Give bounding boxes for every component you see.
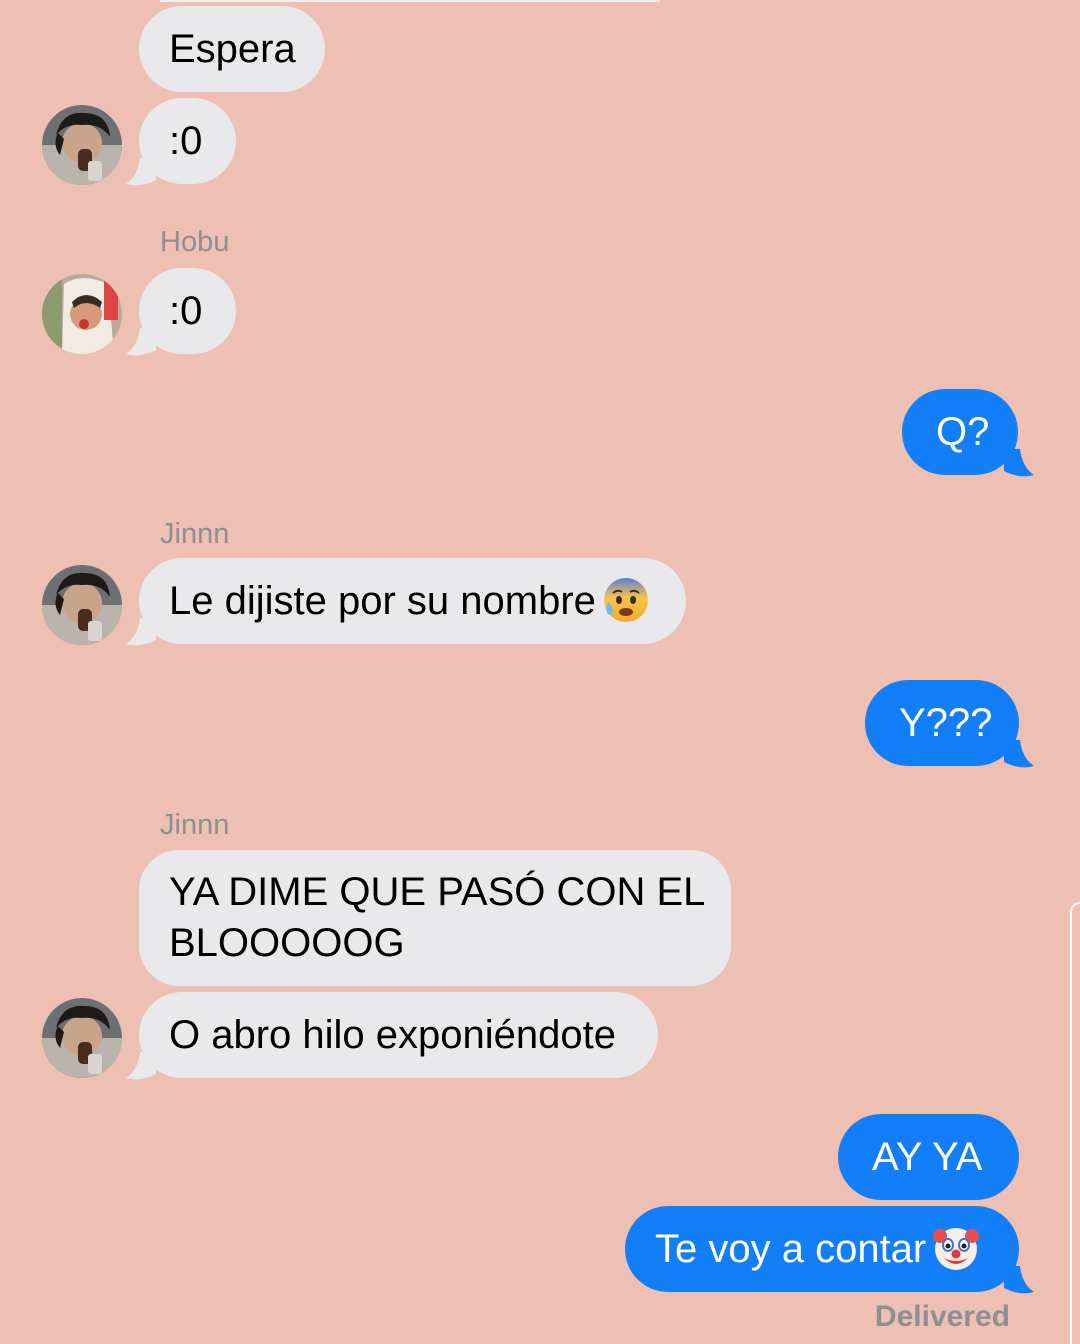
anxious-face-with-sweat-icon <box>603 578 648 623</box>
sender-name: Hobu <box>160 226 230 258</box>
bubble-tail-icon <box>126 328 156 356</box>
avatar-image <box>42 998 122 1078</box>
sender-name: Jinnn <box>160 518 230 550</box>
bubble-tail-icon <box>1004 449 1034 477</box>
avatar-image <box>42 274 122 354</box>
bubble-tail-icon <box>126 618 156 646</box>
clown-face-icon <box>933 1228 980 1271</box>
panel-edge <box>1070 902 1080 1344</box>
sender-name: Jinnn <box>160 809 230 841</box>
outgoing-message-bubble[interactable]: Q? <box>902 389 1018 475</box>
avatar-image <box>42 565 122 645</box>
message-text: :0 <box>169 289 203 333</box>
message-text: :0 <box>169 119 203 163</box>
incoming-message-bubble[interactable]: O abro hilo exponiéndote <box>139 992 658 1078</box>
message-text: Te voy a contar <box>655 1227 927 1271</box>
message-text: AY YA <box>872 1135 983 1179</box>
bubble-tail-icon <box>1004 740 1034 768</box>
avatar-image <box>42 105 122 185</box>
avatar-jinnn[interactable] <box>42 565 122 645</box>
message-text: Q? <box>936 410 990 454</box>
outgoing-message-bubble[interactable]: Y??? <box>865 680 1019 766</box>
outgoing-message-bubble[interactable]: Te voy a contar <box>625 1206 1019 1292</box>
bubble-tail-icon <box>126 158 156 186</box>
message-text: Espera <box>169 27 296 71</box>
incoming-message-bubble[interactable]: YA DIME QUE PASÓ CON EL BLOOOOOG <box>139 850 731 986</box>
message-text: O abro hilo exponiéndote <box>169 1013 616 1057</box>
avatar-jinnn[interactable] <box>42 998 122 1078</box>
incoming-message-bubble[interactable]: Le dijiste por su nombre <box>139 558 686 644</box>
bubble-tail-icon <box>1004 1266 1034 1294</box>
outgoing-message-bubble[interactable]: AY YA <box>838 1114 1019 1200</box>
message-text: Le dijiste por su nombre <box>169 579 596 623</box>
incoming-message-bubble[interactable]: Espera <box>139 6 325 92</box>
message-text: Y??? <box>899 701 993 745</box>
message-text-line: BLOOOOOG <box>169 921 405 965</box>
avatar-hobu[interactable] <box>42 274 122 354</box>
avatar-jinnn[interactable] <box>42 105 122 185</box>
previous-message-edge <box>160 0 660 2</box>
delivery-status: Delivered <box>874 1300 1010 1333</box>
message-text-line: YA DIME QUE PASÓ CON EL <box>169 870 706 914</box>
bubble-tail-icon <box>126 1052 156 1080</box>
